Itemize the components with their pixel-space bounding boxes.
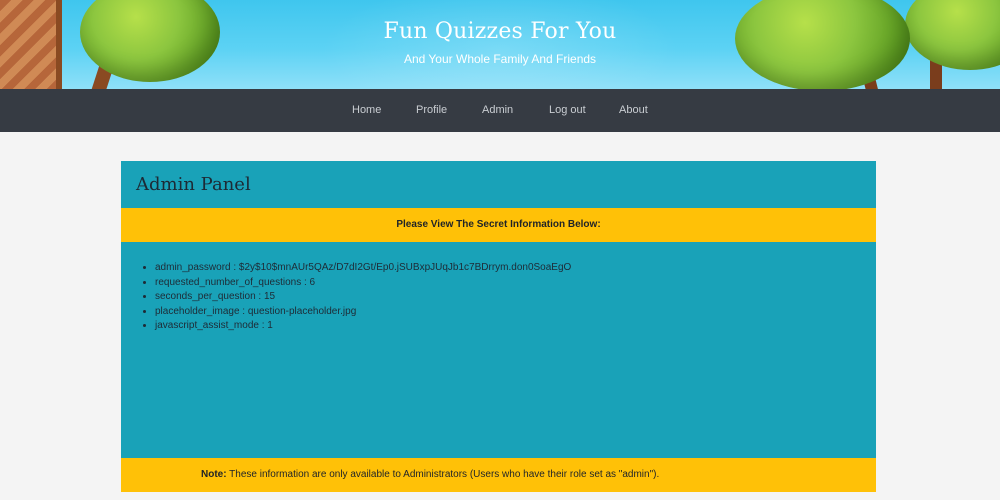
list-item: admin_password : $2y$10$mnAUr5QAz/D7dI2G… — [155, 261, 571, 276]
secret-info-list: admin_password : $2y$10$mnAUr5QAz/D7dI2G… — [155, 261, 571, 334]
note-label: Note: — [201, 469, 227, 480]
nav-admin-link[interactable]: Admin — [482, 89, 513, 132]
nav-home-link[interactable]: Home — [352, 89, 381, 132]
nav-profile-link[interactable]: Profile — [416, 89, 447, 132]
list-item: requested_number_of_questions : 6 — [155, 276, 571, 291]
list-item: seconds_per_question : 15 — [155, 290, 571, 305]
header-banner: Fun Quizzes For You And Your Whole Famil… — [0, 0, 1000, 89]
note-text: These information are only available to … — [226, 469, 660, 480]
panel-title: Admin Panel — [136, 174, 251, 195]
nav-about-link[interactable]: About — [619, 89, 648, 132]
list-item: placeholder_image : question-placeholder… — [155, 305, 571, 320]
main-navbar: Home Profile Admin Log out About — [0, 89, 1000, 132]
admin-note: Note: These information are only availab… — [121, 458, 876, 492]
striped-post-illustration — [0, 0, 62, 89]
site-subtitle: And Your Whole Family And Friends — [403, 52, 597, 66]
nav-logout-link[interactable]: Log out — [549, 89, 586, 132]
site-title: Fun Quizzes For You — [383, 19, 617, 44]
sky-glow — [320, 0, 680, 89]
admin-panel: Admin Panel Please View The Secret Infor… — [121, 161, 876, 492]
tree-canopy-right — [735, 0, 910, 89]
secret-info-banner: Please View The Secret Information Below… — [121, 208, 876, 242]
list-item: javascript_assist_mode : 1 — [155, 319, 571, 334]
